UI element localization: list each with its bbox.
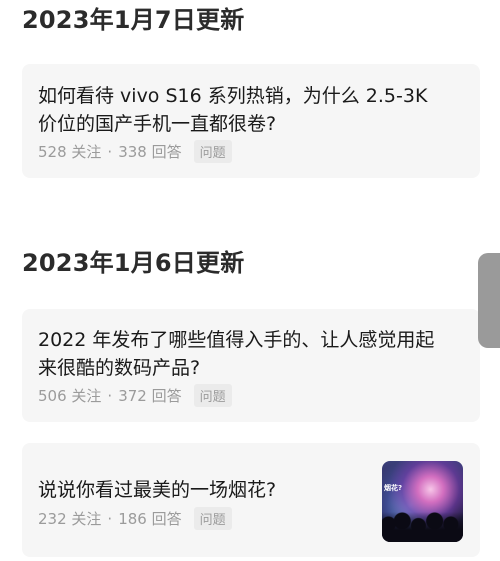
question-title[interactable]: 如何看待 vivo S16 系列热销，为什么 2.5-3K 价位的国产手机一直都…: [38, 82, 427, 138]
question-title-line: 2022 年发布了哪些值得入手的、让人感觉用起: [38, 329, 435, 351]
follow-count: 506 关注: [38, 387, 102, 405]
question-tag: 问题: [193, 140, 232, 163]
meta-separator: ·: [107, 386, 113, 405]
follow-count: 528 关注: [38, 143, 102, 161]
question-title-line: 价位的国产手机一直都很卷?: [38, 113, 277, 135]
fireworks-thumbnail[interactable]: 烟花?: [382, 461, 463, 542]
question-meta: 232 关注 · 186 回答 问题: [38, 507, 232, 530]
follow-count: 232 关注: [38, 510, 102, 528]
section-title-2023-01-07: 2023年1月7日更新: [22, 6, 245, 34]
section-title-2023-01-06: 2023年1月6日更新: [22, 249, 245, 277]
answer-count: 338 回答: [118, 143, 182, 161]
question-tag: 问题: [193, 507, 232, 530]
crowd-silhouette: [382, 512, 463, 542]
thumbnail-overlay-text: 烟花?: [384, 484, 403, 492]
question-meta: 506 关注 · 372 回答 问题: [38, 384, 232, 407]
question-title-line: 说说你看过最美的一场烟花?: [38, 479, 277, 501]
question-title-line: 如何看待 vivo S16 系列热销，为什么 2.5-3K: [38, 85, 428, 107]
question-card[interactable]: 说说你看过最美的一场烟花? 232 关注 · 186 回答 问题 烟花?: [22, 443, 480, 557]
question-title[interactable]: 说说你看过最美的一场烟花?: [38, 476, 276, 504]
question-card[interactable]: 如何看待 vivo S16 系列热销，为什么 2.5-3K 价位的国产手机一直都…: [22, 64, 480, 178]
question-title[interactable]: 2022 年发布了哪些值得入手的、让人感觉用起 来很酷的数码产品?: [38, 326, 434, 382]
question-meta: 528 关注 · 338 回答 问题: [38, 140, 232, 163]
answer-count: 186 回答: [118, 510, 182, 528]
question-card[interactable]: 2022 年发布了哪些值得入手的、让人感觉用起 来很酷的数码产品? 506 关注…: [22, 309, 480, 422]
question-title-line: 来很酷的数码产品?: [38, 357, 201, 379]
question-tag: 问题: [193, 384, 232, 407]
answer-count: 372 回答: [118, 387, 182, 405]
meta-separator: ·: [107, 509, 113, 528]
scrollbar-handle[interactable]: [478, 253, 500, 348]
meta-separator: ·: [107, 142, 113, 161]
